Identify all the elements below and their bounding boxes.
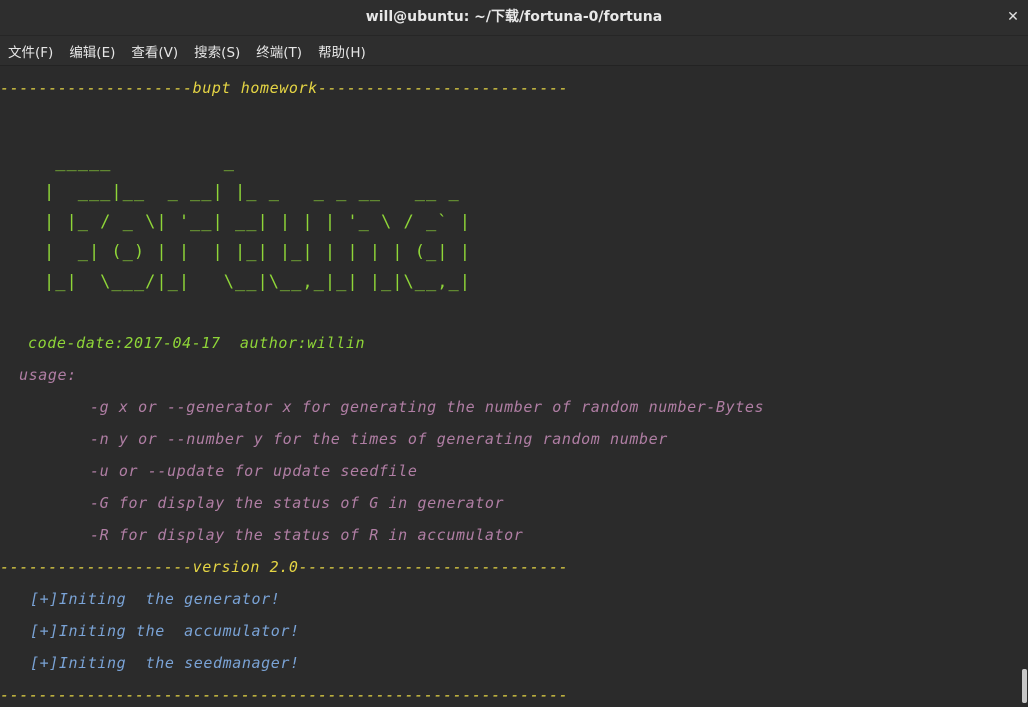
terminal-output[interactable]: --------------------bupt homework-------…	[0, 67, 1021, 707]
menu-file[interactable]: 文件(F)	[8, 41, 53, 61]
close-icon[interactable]: ✕	[1004, 8, 1022, 26]
window-title: will@ubuntu: ~/下载/fortuna-0/fortuna	[365, 9, 663, 25]
header-line: --------------------bupt homework-------…	[0, 79, 569, 97]
init-line: [+]Initing the generator!	[30, 590, 281, 608]
scrollbar-thumb[interactable]	[1022, 669, 1027, 703]
menu-help[interactable]: 帮助(H)	[318, 41, 366, 61]
usage-line: -n y or --number y for the times of gene…	[90, 430, 668, 448]
fortuna-ascii-art: _____ _ | ___|__ _ __| |_ _ _ _ __ __ _ …	[44, 152, 471, 292]
init-line: [+]Initing the seedmanager!	[30, 654, 300, 672]
usage-line: -u or --update for update seedfile	[90, 462, 418, 480]
title-bar: will@ubuntu: ~/下载/fortuna-0/fortuna ✕	[0, 0, 1028, 36]
menu-edit[interactable]: 编辑(E)	[69, 41, 115, 61]
usage-label: usage:	[19, 366, 77, 384]
menu-terminal[interactable]: 终端(T)	[256, 41, 302, 61]
footer-line: ----------------------------------------…	[0, 686, 569, 704]
usage-line: -R for display the status of R in accumu…	[90, 526, 524, 544]
usage-line: -g x or --generator x for generating the…	[90, 398, 765, 416]
usage-line: -G for display the status of G in genera…	[90, 494, 505, 512]
terminal-window: will@ubuntu: ~/下载/fortuna-0/fortuna ✕ 文件…	[0, 0, 1028, 707]
menu-view[interactable]: 查看(V)	[131, 41, 178, 61]
menu-bar: 文件(F) 编辑(E) 查看(V) 搜索(S) 终端(T) 帮助(H)	[0, 36, 1028, 66]
init-line: [+]Initing the accumulator!	[30, 622, 300, 640]
code-info-line: code-date:2017-04-17 author:willin	[28, 334, 366, 352]
terminal-scrollbar[interactable]	[1021, 67, 1028, 707]
version-line: --------------------version 2.0---------…	[0, 558, 569, 576]
menu-search[interactable]: 搜索(S)	[194, 41, 240, 61]
